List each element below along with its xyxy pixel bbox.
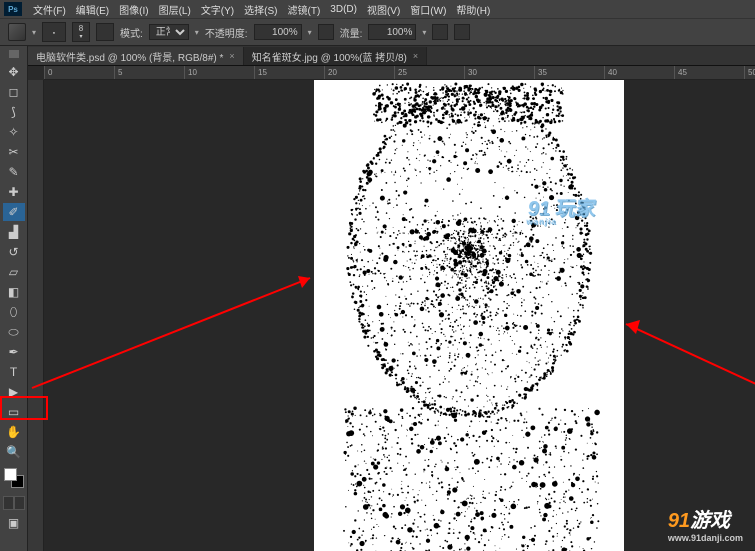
ruler-horizontal[interactable]: 05101520253035404550 <box>44 66 755 80</box>
gradient-tool-icon[interactable]: ◧ <box>3 283 25 301</box>
screen-mode-icon[interactable]: ▣ <box>3 514 25 532</box>
menu-filter[interactable]: 滤镜(T) <box>283 2 326 17</box>
menu-help[interactable]: 帮助(H) <box>451 2 495 17</box>
flow-label: 流量: <box>340 25 363 40</box>
options-bar: ▾ ● 8 ▾ 模式: 正常 ▾ 不透明度: 100% ▾ 流量: 100% ▾ <box>0 18 755 46</box>
menu-bar: Ps 文件(F) 编辑(E) 图像(I) 图层(L) 文字(Y) 选择(S) 滤… <box>0 0 755 18</box>
opacity-chev[interactable]: ▾ <box>308 28 312 37</box>
tab-label: 电脑软件类.psd @ 100% (背景, RGB/8#) * <box>36 49 223 64</box>
move-tool-icon[interactable]: ✥ <box>3 63 25 81</box>
canvas-area[interactable] <box>44 80 755 551</box>
opacity-label: 不透明度: <box>205 25 248 40</box>
mode-chev[interactable]: ▾ <box>195 28 199 37</box>
document-canvas[interactable] <box>314 80 624 551</box>
current-tool-icon[interactable] <box>8 23 26 41</box>
tab-label: 知名雀斑女.jpg @ 100%(蓝 拷贝/8) <box>252 49 407 64</box>
opacity-field[interactable]: 100% <box>254 24 302 40</box>
menu-layer[interactable]: 图层(L) <box>154 2 196 17</box>
shape-tool-icon[interactable]: ▭ <box>3 403 25 421</box>
heal-tool-icon[interactable]: ✚ <box>3 183 25 201</box>
toolbox-grip[interactable] <box>9 50 19 58</box>
menu-view[interactable]: 视图(V) <box>362 2 405 17</box>
brush-tool-icon[interactable]: ✐ <box>3 203 25 221</box>
pressure-size-icon[interactable] <box>454 24 470 40</box>
airbrush-icon[interactable] <box>432 24 448 40</box>
pen-tool-icon[interactable]: ✒ <box>3 343 25 361</box>
eraser-tool-icon[interactable]: ▱ <box>3 263 25 281</box>
menu-window[interactable]: 窗口(W) <box>405 2 451 17</box>
tool-preset-chev[interactable]: ▾ <box>32 28 36 37</box>
watermark-image: 91 玩家 wanjia <box>526 192 599 226</box>
watermark-corner: 91游戏 www.91danji.com <box>668 504 743 543</box>
color-swatches[interactable] <box>4 468 24 488</box>
path-select-icon[interactable]: ▶ <box>3 383 25 401</box>
flow-field[interactable]: 100% <box>368 24 416 40</box>
marquee-tool-icon[interactable]: ◻ <box>3 83 25 101</box>
tab-document-1[interactable]: 知名雀斑女.jpg @ 100%(蓝 拷贝/8) × <box>244 47 427 65</box>
menu-image[interactable]: 图像(I) <box>114 2 153 17</box>
menu-file[interactable]: 文件(F) <box>28 2 71 17</box>
brush-size-field[interactable]: 8 ▾ <box>72 22 90 42</box>
blur-tool-icon[interactable]: ⬯ <box>3 303 25 321</box>
type-tool-icon[interactable]: T <box>3 363 25 381</box>
history-brush-icon[interactable]: ↺ <box>3 243 25 261</box>
menu-type[interactable]: 文字(Y) <box>196 2 239 17</box>
close-icon[interactable]: × <box>229 51 234 61</box>
quick-mask-icon[interactable] <box>3 496 25 510</box>
brush-preview[interactable]: ● <box>42 22 66 42</box>
stamp-tool-icon[interactable]: ▟ <box>3 223 25 241</box>
flow-chev[interactable]: ▾ <box>422 28 426 37</box>
pressure-opacity-icon[interactable] <box>318 24 334 40</box>
toolbox: ✥ ◻ ⟆ ✧ ✂ ✎ ✚ ✐ ▟ ↺ ▱ ◧ ⬯ ⬭ ✒ T ▶ ▭ ✋ 🔍 … <box>0 46 28 551</box>
eyedropper-tool-icon[interactable]: ✎ <box>3 163 25 181</box>
mode-label: 模式: <box>120 25 143 40</box>
menu-3d[interactable]: 3D(D) <box>325 4 362 15</box>
crop-tool-icon[interactable]: ✂ <box>3 143 25 161</box>
app-logo: Ps <box>4 2 22 16</box>
lasso-tool-icon[interactable]: ⟆ <box>3 103 25 121</box>
ruler-vertical[interactable] <box>28 80 44 551</box>
document-tabs: 电脑软件类.psd @ 100% (背景, RGB/8#) * × 知名雀斑女.… <box>0 46 755 66</box>
mode-select[interactable]: 正常 <box>149 24 189 40</box>
menu-select[interactable]: 选择(S) <box>239 2 282 17</box>
fg-color-swatch[interactable] <box>4 468 17 481</box>
menu-edit[interactable]: 编辑(E) <box>71 2 114 17</box>
dodge-tool-icon[interactable]: ⬭ <box>3 323 25 341</box>
tab-document-0[interactable]: 电脑软件类.psd @ 100% (背景, RGB/8#) * × <box>28 47 244 65</box>
wand-tool-icon[interactable]: ✧ <box>3 123 25 141</box>
close-icon[interactable]: × <box>413 51 418 61</box>
zoom-tool-icon[interactable]: 🔍 <box>3 443 25 461</box>
brush-panel-icon[interactable] <box>96 23 114 41</box>
hand-tool-icon[interactable]: ✋ <box>3 423 25 441</box>
